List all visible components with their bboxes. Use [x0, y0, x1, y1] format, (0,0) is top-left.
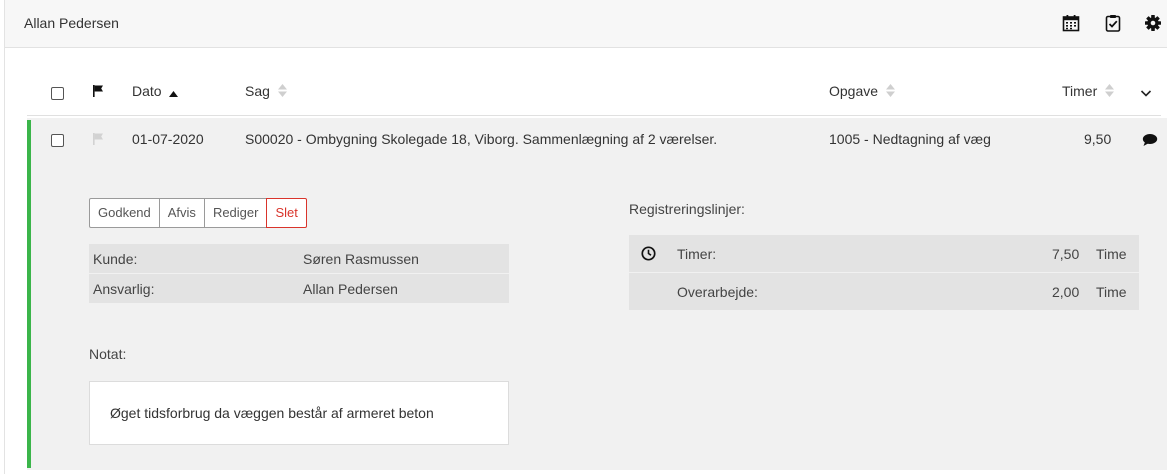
timesheet-panel: Allan Pedersen Dato Sag Opgave Timer 01-…	[4, 0, 1167, 474]
note-label: Notat:	[89, 346, 127, 362]
row-date: 01-07-2020	[132, 131, 204, 147]
column-header-hours[interactable]: Timer	[1062, 83, 1115, 100]
column-header-date[interactable]: Dato	[132, 83, 179, 100]
sort-icon	[885, 84, 895, 100]
table-row[interactable]: 01-07-2020 S00020 - Ombygning Skolegade …	[27, 118, 1167, 470]
info-label: Kunde:	[93, 251, 138, 267]
row-task: 1005 - Nedtagning af væg	[829, 131, 991, 147]
calendar-icon[interactable]	[1062, 14, 1080, 32]
registration-line-value: 7,50	[1052, 246, 1080, 262]
info-row-customer: Kunde: Søren Rasmussen	[89, 244, 509, 274]
registration-line: Timer: 7,50 Time	[629, 235, 1139, 273]
sort-icon	[277, 84, 287, 100]
note-text: Øget tidsforbrug da væggen består af arm…	[110, 405, 434, 421]
column-header-hours-label: Timer	[1062, 83, 1098, 99]
info-value: Allan Pedersen	[303, 281, 398, 297]
registration-line-label: Overarbejde:	[677, 284, 758, 300]
delete-button[interactable]: Slet	[266, 198, 307, 228]
flag-icon[interactable]	[92, 84, 105, 101]
edit-button[interactable]: Rediger	[203, 198, 268, 228]
row-case: S00020 - Ombygning Skolegade 18, Viborg.…	[245, 131, 718, 147]
chevron-down-icon[interactable]	[1140, 85, 1152, 101]
comment-icon[interactable]	[1142, 133, 1158, 150]
registration-line-unit: Time	[1096, 246, 1127, 262]
reject-button[interactable]: Afvis	[158, 198, 205, 228]
registration-lines-label: Registreringslinjer:	[629, 201, 745, 217]
sort-ascending-icon	[169, 84, 179, 100]
approve-button[interactable]: Godkend	[89, 198, 160, 228]
user-name: Allan Pedersen	[24, 15, 119, 31]
select-all-checkbox[interactable]	[51, 87, 64, 100]
flag-icon[interactable]	[92, 132, 105, 149]
info-table: Kunde: Søren Rasmussen Ansvarlig: Allan …	[89, 244, 509, 304]
clipboard-check-icon[interactable]	[1104, 14, 1122, 32]
registration-line-unit: Time	[1096, 284, 1127, 300]
clock-icon	[641, 246, 656, 264]
column-header-case[interactable]: Sag	[245, 83, 287, 100]
note-box: Øget tidsforbrug da væggen består af arm…	[89, 381, 509, 445]
info-row-responsible: Ansvarlig: Allan Pedersen	[89, 274, 509, 304]
sort-icon	[1105, 84, 1115, 100]
column-header-date-label: Dato	[132, 83, 162, 99]
column-header-task-label: Opgave	[829, 83, 879, 99]
action-button-group: Godkend Afvis Rediger Slet	[89, 198, 307, 228]
row-checkbox[interactable]	[51, 134, 64, 147]
row-hours: 9,50	[1084, 131, 1112, 147]
column-header-case-label: Sag	[245, 83, 270, 99]
info-label: Ansvarlig:	[93, 281, 155, 297]
gear-icon[interactable]	[1144, 14, 1162, 32]
registration-line: Overarbejde: 2,00 Time	[629, 273, 1139, 311]
registration-line-value: 2,00	[1052, 284, 1080, 300]
header-bar: Allan Pedersen	[5, 0, 1167, 48]
info-value: Søren Rasmussen	[303, 251, 419, 267]
table-header: Dato Sag Opgave Timer	[27, 68, 1161, 116]
status-accent-bar	[27, 120, 31, 468]
registration-lines-table: Timer: 7,50 Time Overarbejde: 2,00 Time	[629, 235, 1139, 311]
registration-line-label: Timer:	[677, 246, 717, 262]
column-header-task[interactable]: Opgave	[829, 83, 895, 100]
